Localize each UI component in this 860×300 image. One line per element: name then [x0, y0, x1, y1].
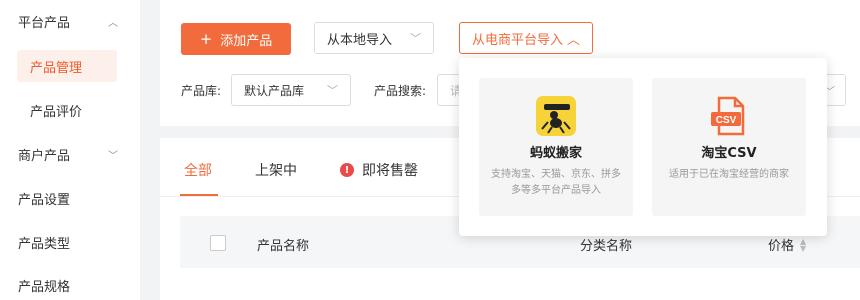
csv-file-icon: CSV — [711, 96, 745, 136]
column-header-category: 分类名称 — [580, 239, 633, 254]
search-label: 产品搜索: — [374, 84, 427, 98]
sidebar-item-merchant-products[interactable]: 商户产品 ﹀ — [0, 137, 140, 171]
sidebar-item-platform-products[interactable]: 平台产品 ︿ — [0, 4, 140, 38]
sidebar-item-label: 产品类型 — [18, 236, 71, 252]
library-select[interactable]: 默认产品库 ﹀ — [231, 74, 351, 106]
add-product-label: 添加产品 — [220, 33, 273, 49]
sort-icon[interactable]: ▲ ▼ — [800, 237, 806, 252]
sidebar-item-product-reviews[interactable]: 产品评价 — [0, 93, 140, 127]
sidebar-item-label: 产品设置 — [18, 192, 71, 208]
sidebar: 平台产品 ︿ 产品管理 产品评价 商户产品 ﹀ 产品设置 产品类型 产品规格 — [0, 0, 140, 300]
sidebar-item-label: 商户产品 — [18, 148, 71, 164]
tab-all[interactable]: 全部 — [184, 160, 212, 180]
column-header-name: 产品名称 — [257, 239, 310, 254]
sidebar-item-label: 平台产品 — [18, 15, 71, 31]
import-option-taobao-csv[interactable]: CSV 淘宝CSV 适用于已在淘宝经营的商家 — [652, 78, 806, 216]
tab-low-stock-label: 即将售罄 — [362, 163, 418, 179]
sidebar-item-label: 产品评价 — [30, 104, 83, 120]
column-header-price-label: 价格 — [768, 239, 795, 254]
import-option-desc: 适用于已在淘宝经营的商家 — [669, 169, 789, 180]
library-value: 默认产品库 — [244, 83, 305, 98]
plus-icon: + — [199, 30, 213, 48]
column-header-price[interactable]: 价格 ▲ ▼ — [768, 235, 806, 254]
local-import-label: 从本地导入 — [327, 32, 393, 48]
import-option-title: 淘宝CSV — [701, 146, 757, 161]
add-product-button[interactable]: + 添加产品 — [181, 23, 291, 55]
import-option-desc: 支持淘宝、天猫、京东、拼多多等多平台产品导入 — [491, 169, 621, 196]
sidebar-item-product-specs[interactable]: 产品规格 — [0, 268, 140, 300]
ecom-import-dropdown[interactable]: 从电商平台导入 ︿ — [459, 22, 593, 54]
ant-mover-icon — [536, 96, 576, 136]
sidebar-item-product-management[interactable]: 产品管理 — [0, 49, 140, 83]
tab-low-stock[interactable]: ! 即将售罄 — [340, 160, 418, 180]
warning-icon: ! — [340, 163, 354, 177]
import-option-title: 蚂蚁搬家 — [529, 146, 582, 161]
local-import-dropdown[interactable]: 从本地导入 ﹀ — [314, 22, 434, 54]
tab-on-shelf[interactable]: 上架中 — [255, 160, 297, 180]
sidebar-item-label: 产品规格 — [18, 279, 71, 295]
select-all-checkbox[interactable] — [210, 235, 226, 251]
sidebar-item-product-types[interactable]: 产品类型 — [0, 225, 140, 259]
import-option-ant-mover[interactable]: 蚂蚁搬家 支持淘宝、天猫、京东、拼多多等多平台产品导入 — [479, 78, 633, 216]
sidebar-item-label: 产品管理 — [30, 60, 83, 76]
chevron-up-icon: ︿ — [567, 32, 581, 48]
chevron-down-icon: ﹀ — [108, 150, 118, 162]
chevron-up-icon: ︿ — [108, 17, 118, 29]
svg-text:CSV: CSV — [716, 115, 737, 126]
ecom-import-label: 从电商平台导入 — [471, 32, 563, 48]
sidebar-item-product-settings[interactable]: 产品设置 — [0, 181, 140, 215]
library-label: 产品库: — [181, 84, 222, 98]
ecom-import-menu: 蚂蚁搬家 支持淘宝、天猫、京东、拼多多等多平台产品导入 CSV 淘宝CSV 适用… — [459, 58, 827, 236]
chevron-down-icon: ﹀ — [327, 84, 338, 97]
chevron-down-icon: ﹀ — [410, 32, 421, 45]
